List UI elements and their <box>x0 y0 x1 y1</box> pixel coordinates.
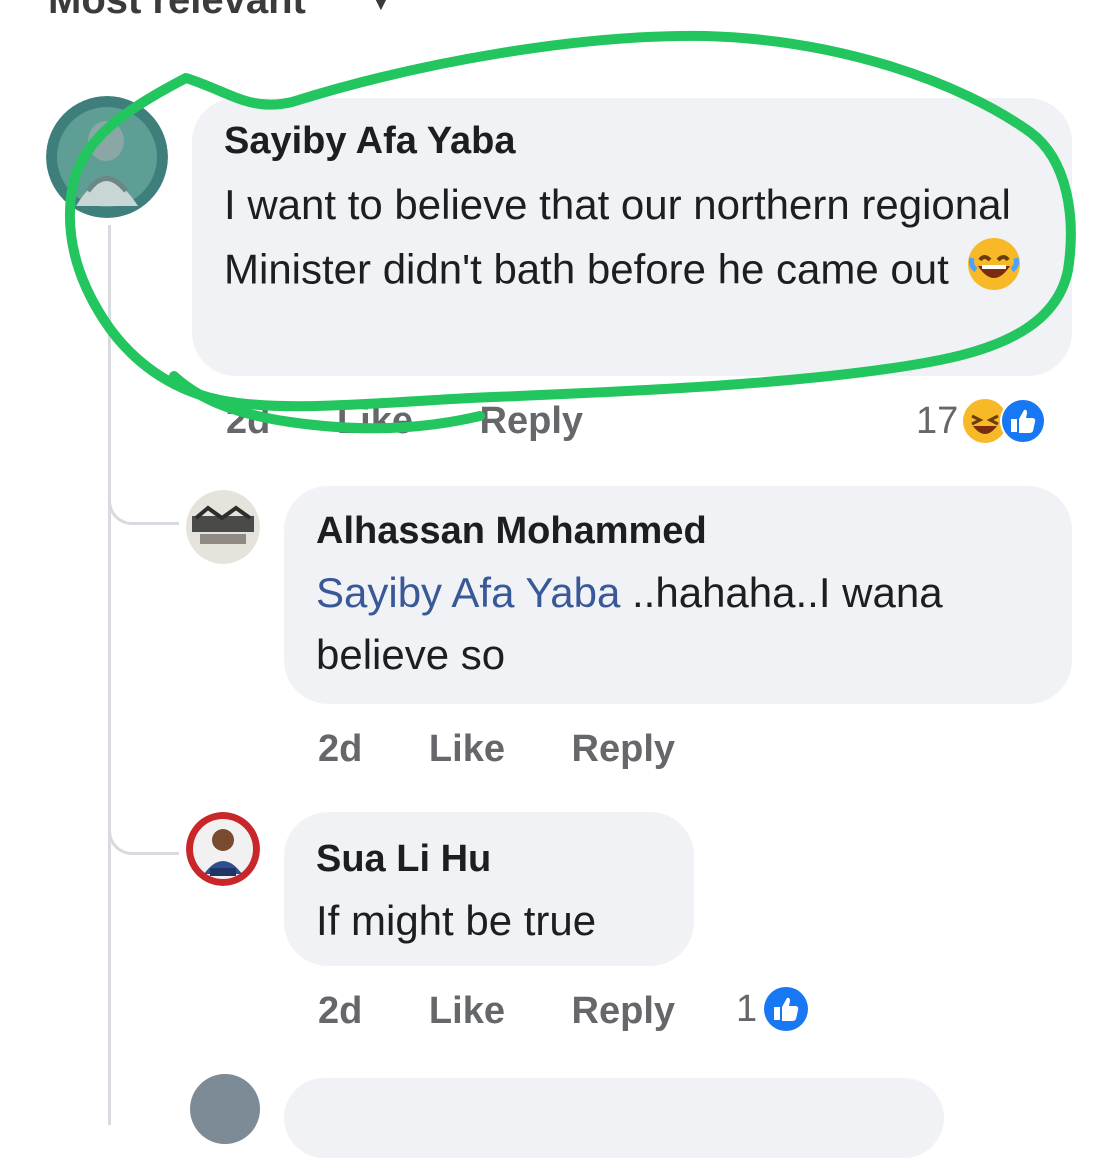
comment-text-body: I want to believe that our northern regi… <box>224 181 1011 293</box>
reaction-summary[interactable]: 1 <box>736 984 809 1034</box>
timestamp[interactable]: 2d <box>318 990 362 1032</box>
reply-comment: Sua Li Hu If might be true 2d Like Reply… <box>0 800 1120 1060</box>
comment-text: If might be true <box>316 897 597 944</box>
comment-bubble <box>284 1078 944 1158</box>
avatar[interactable] <box>186 490 260 564</box>
reply-button[interactable]: Reply <box>480 400 583 442</box>
comment-author[interactable]: Sayiby Afa Yaba <box>224 120 516 163</box>
comment-text: Sayiby Afa Yaba ..hahaha..I wana believe… <box>316 562 1046 686</box>
comment: Sayiby Afa Yaba I want to believe that o… <box>0 0 1120 470</box>
reaction-count: 1 <box>736 987 758 1030</box>
like-button[interactable]: Like <box>337 400 413 442</box>
comment-actions: 2d Like Reply <box>226 400 583 443</box>
timestamp[interactable]: 2d <box>318 728 362 770</box>
timestamp[interactable]: 2d <box>226 400 270 442</box>
comment-author[interactable]: Alhassan Mohammed <box>316 510 707 553</box>
avatar[interactable] <box>186 812 260 886</box>
avatar[interactable] <box>190 1074 260 1144</box>
like-icon <box>1000 398 1047 444</box>
comment-actions: 2d Like Reply <box>318 728 675 771</box>
comment-author[interactable]: Sua Li Hu <box>316 838 491 881</box>
like-icon <box>763 986 809 1032</box>
reply-button[interactable]: Reply <box>572 728 675 770</box>
avatar[interactable] <box>46 96 168 218</box>
reply-comment: Alhassan Mohammed Sayiby Afa Yaba ..haha… <box>0 470 1120 800</box>
reply-button[interactable]: Reply <box>572 990 675 1032</box>
mention-link[interactable]: Sayiby Afa Yaba <box>316 569 620 616</box>
comment-text: I want to believe that our northern regi… <box>224 174 1044 309</box>
comment-actions: 2d Like Reply <box>318 990 675 1033</box>
reaction-count: 17 <box>916 399 959 442</box>
laugh-emoji-icon <box>966 236 1022 309</box>
like-button[interactable]: Like <box>429 728 505 770</box>
reaction-summary[interactable]: 17 <box>916 396 1047 446</box>
like-button[interactable]: Like <box>429 990 505 1032</box>
